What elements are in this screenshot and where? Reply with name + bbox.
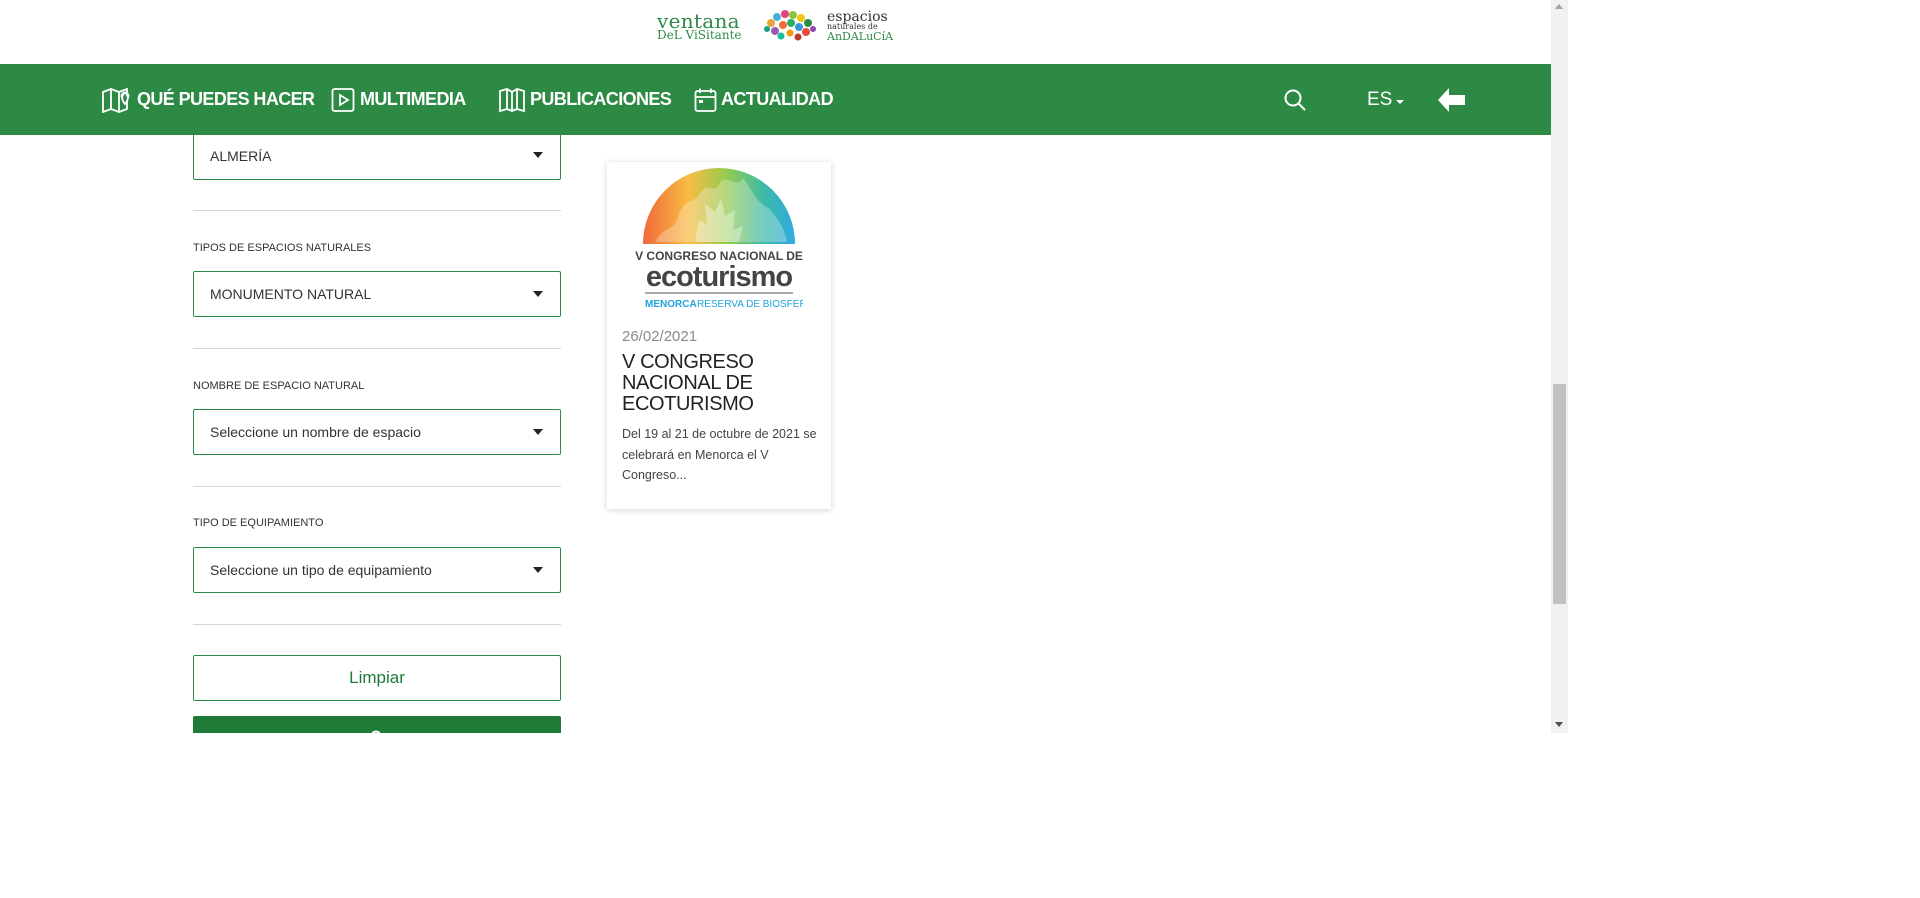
nav-item-actualidad[interactable]: ACTUALIDAD	[694, 64, 834, 135]
scroll-down-icon[interactable]	[1555, 722, 1563, 727]
language-selector[interactable]: ES	[1367, 64, 1405, 135]
card-image-line2: ecoturismo	[646, 261, 793, 293]
card-title[interactable]: V CONGRESO NACIONAL DE ECOTURISMO	[622, 352, 822, 415]
back-arrow-icon[interactable]	[1435, 84, 1467, 116]
calendar-icon	[694, 88, 717, 112]
card-date: 26/02/2021	[622, 328, 698, 345]
news-card[interactable]: V CONGRESO NACIONAL DE ecoturismo MENORC…	[607, 162, 831, 509]
chevron-down-icon	[533, 152, 543, 158]
search-icon	[371, 730, 381, 733]
logo-bar: ventana DeL ViSitante espacios naturales…	[0, 0, 1551, 64]
divider	[193, 486, 561, 487]
book-icon	[499, 87, 525, 112]
tipos-select[interactable]: MONUMENTO NATURAL	[193, 271, 561, 317]
province-select[interactable]: ALMERÍA	[193, 132, 561, 180]
card-image: V CONGRESO NACIONAL DE ecoturismo MENORC…	[635, 168, 803, 310]
nombre-select-value: Seleccione un nombre de espacio	[210, 424, 421, 440]
logo-text-andalucia: AnDALuCíA	[827, 30, 894, 43]
tipos-select-value: MONUMENTO NATURAL	[210, 286, 372, 302]
page: ventana DeL ViSitante espacios naturales…	[0, 0, 1568, 733]
scroll-up-icon[interactable]	[1555, 4, 1563, 9]
card-excerpt: Del 19 al 21 de octubre de 2021 se celeb…	[622, 427, 817, 482]
clear-button-label: Limpiar	[349, 668, 405, 687]
chevron-down-icon	[1396, 99, 1405, 104]
site-logo[interactable]: ventana DeL ViSitante espacios naturales…	[655, 8, 895, 46]
divider	[193, 348, 561, 349]
scrollbar-thumb[interactable]	[1553, 384, 1566, 604]
equipamiento-select[interactable]: Seleccione un tipo de equipamiento	[193, 547, 561, 593]
tipos-label: TIPOS DE ESPACIOS NATURALES	[193, 242, 372, 254]
nombre-label: NOMBRE DE ESPACIO NATURAL	[193, 380, 365, 392]
divider	[193, 210, 561, 211]
nav-item-publicaciones[interactable]: PUBLICACIONES	[498, 64, 672, 135]
search-icon[interactable]	[1283, 88, 1307, 112]
nombre-select[interactable]: Seleccione un nombre de espacio	[193, 409, 561, 455]
province-select-value: ALMERÍA	[210, 147, 272, 164]
nav-label: ACTUALIDAD	[721, 89, 834, 109]
equipamiento-select-value: Seleccione un tipo de equipamiento	[210, 562, 432, 578]
nav-item-multimedia[interactable]: MULTIMEDIA	[331, 64, 466, 135]
chevron-down-icon	[533, 291, 543, 297]
scrollbar[interactable]	[1551, 0, 1568, 733]
nav-label: QUÉ PUEDES HACER	[137, 89, 315, 109]
chevron-down-icon	[533, 429, 543, 435]
language-label: ES	[1367, 88, 1393, 110]
card-image-line3a: MENORCA	[645, 299, 697, 310]
nav-label: PUBLICACIONES	[530, 89, 672, 109]
search-button[interactable]	[193, 716, 561, 733]
equipamiento-label: TIPO DE EQUIPAMIENTO	[193, 517, 324, 529]
clear-button[interactable]: Limpiar	[193, 655, 561, 701]
chevron-down-icon	[533, 567, 543, 573]
divider	[193, 624, 561, 625]
logo-text-visitante: DeL ViSitante	[657, 28, 742, 42]
main-nav: QUÉ PUEDES HACER MULTIMEDIA PUBLICACIONE…	[0, 64, 1551, 135]
map-icon	[102, 87, 130, 113]
nav-label: MULTIMEDIA	[360, 89, 466, 109]
logo-flower-icon	[764, 10, 816, 41]
play-icon	[331, 87, 355, 112]
card-image-line3b: RESERVA DE BIOSFERA	[697, 299, 803, 310]
nav-item-que-puedes-hacer[interactable]: QUÉ PUEDES HACER	[101, 64, 315, 135]
